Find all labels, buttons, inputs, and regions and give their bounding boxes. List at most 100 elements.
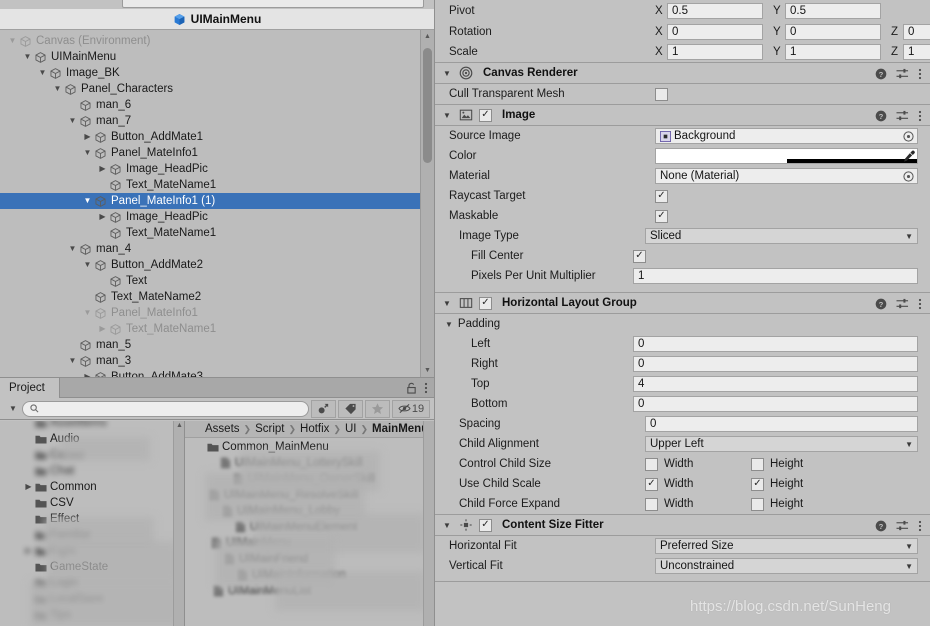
chevron-down-icon[interactable]: ▼ [81, 309, 94, 317]
hierarchy-item[interactable]: ▶ Image_HeadPic [0, 209, 420, 225]
canvas-renderer-header[interactable]: ▼ Canvas Renderer ? [435, 62, 930, 84]
child-force-expand-height[interactable]: ✓ Height [751, 497, 851, 511]
material-object-field[interactable]: None (Material) [655, 168, 918, 184]
rotation-z-input[interactable]: 0 [903, 24, 930, 40]
hierarchy-item[interactable]: ▼ Panel_Characters [0, 81, 420, 97]
object-picker-icon[interactable] [903, 130, 914, 142]
image-enabled-checkbox[interactable]: ✓ [479, 108, 492, 122]
preset-icon[interactable] [896, 298, 909, 310]
hierarchy-item[interactable]: Text_MateName2 [0, 289, 420, 305]
control-child-size-width-checkbox[interactable]: ✓ [645, 457, 658, 471]
hierarchy-item[interactable]: ▼ Canvas (Environment) [0, 33, 420, 49]
hierarchy-panel[interactable]: ▼ Canvas (Environment) ▼ UIMainMenu ▼ Image_B… [0, 30, 434, 378]
hierarchy-item[interactable]: ▼ Image_BK [0, 65, 420, 81]
content-size-fitter-header[interactable]: ▼ ✓ Content Size Fitter ? [435, 514, 930, 536]
horizontal-fit-dropdown[interactable]: Preferred Size ▼ [655, 538, 918, 554]
hierarchy-item[interactable]: Text [0, 273, 420, 289]
child-force-expand-height-checkbox[interactable]: ✓ [751, 497, 764, 511]
content-browser-scrollbar[interactable] [423, 421, 434, 626]
kebab-menu-icon[interactable] [918, 298, 922, 310]
breadcrumb-segment[interactable]: UI [345, 423, 357, 435]
project-view-dropdown-icon[interactable]: ▼ [4, 404, 22, 413]
chevron-down-icon[interactable]: ▼ [51, 85, 64, 93]
padding-foldout[interactable]: ▼ Padding [435, 314, 930, 334]
breadcrumb-segment[interactable]: Hotfix [300, 423, 329, 435]
filter-by-label-button[interactable] [338, 399, 363, 418]
kebab-menu-icon[interactable] [424, 382, 428, 394]
pivot-y-input[interactable]: 0.5 [785, 3, 881, 19]
hidden-items-count-button[interactable]: 19 [392, 399, 430, 418]
help-icon[interactable]: ? [875, 520, 887, 532]
hierarchy-scrollbar[interactable]: ▲ ▼ [420, 30, 434, 377]
preset-icon[interactable] [896, 520, 909, 532]
child-alignment-dropdown[interactable]: Upper Left ▼ [645, 436, 918, 452]
content-size-fitter-enabled-checkbox[interactable]: ✓ [479, 518, 492, 532]
hierarchy-item[interactable]: Text_MateName1 [0, 177, 420, 193]
use-child-scale-height-checkbox[interactable]: ✓ [751, 477, 764, 491]
chevron-down-icon[interactable]: ▼ [36, 69, 49, 77]
help-icon[interactable]: ? [875, 298, 887, 310]
pixels-per-unit-multiplier-input[interactable]: 1 [633, 268, 918, 284]
chevron-down-icon[interactable]: ▼ [81, 261, 94, 269]
control-child-size-height-checkbox[interactable]: ✓ [751, 457, 764, 471]
scrollbar-thumb[interactable] [423, 48, 432, 163]
preset-icon[interactable] [896, 68, 909, 80]
padding-left-input[interactable]: 0 [633, 336, 918, 352]
help-icon[interactable]: ? [875, 68, 887, 80]
hierarchy-item[interactable]: ▼ Panel_MateInfo1 [0, 305, 420, 321]
use-child-scale-width-checkbox[interactable]: ✓ [645, 477, 658, 491]
chevron-right-icon[interactable]: ▶ [22, 479, 35, 495]
project-search-input[interactable] [22, 400, 309, 417]
preset-icon[interactable] [896, 110, 909, 122]
hierarchy-item[interactable]: ▼ man_4 [0, 241, 420, 257]
hierarchy-item[interactable]: ▼ UIMainMenu [0, 49, 420, 65]
kebab-menu-icon[interactable] [918, 68, 922, 80]
use-child-scale-width[interactable]: ✓ Width [645, 477, 745, 491]
hierarchy-item[interactable]: ▼ Panel_MateInfo1 [0, 145, 420, 161]
hierarchy-item[interactable]: ▶ Text_MateName1 [0, 321, 420, 337]
chevron-right-icon[interactable]: ▶ [22, 543, 35, 559]
chevron-down-icon[interactable]: ▼ [66, 245, 79, 253]
color-swatch-field[interactable] [655, 148, 918, 164]
rotation-x-input[interactable]: 0 [667, 24, 763, 40]
cull-transparent-mesh-checkbox[interactable]: ✓ [655, 87, 668, 101]
padding-top-input[interactable]: 4 [633, 376, 918, 392]
hierarchy-item[interactable]: ▶ Button_AddMate1 [0, 129, 420, 145]
project-folder-item[interactable]: ▶ Common [0, 479, 174, 495]
folder-scroll-up-arrow[interactable]: ▲ [175, 422, 184, 429]
scale-x-input[interactable]: 1 [667, 44, 763, 60]
raycast-target-checkbox[interactable]: ✓ [655, 189, 668, 203]
tab-project[interactable]: Project [0, 378, 60, 398]
filter-by-type-button[interactable] [311, 399, 336, 418]
maskable-checkbox[interactable]: ✓ [655, 209, 668, 223]
fill-center-checkbox[interactable]: ✓ [633, 249, 646, 263]
breadcrumb[interactable]: Assets ❯ Script ❯ Hotfix ❯ UI ❯ MainMenu [185, 421, 434, 438]
hierarchy-item[interactable]: Text_MateName1 [0, 225, 420, 241]
object-picker-icon[interactable] [903, 170, 914, 182]
project-folder-item[interactable]: AssetItems [0, 421, 174, 431]
chevron-down-icon[interactable]: ▼ [443, 69, 453, 78]
chevron-right-icon[interactable]: ▶ [81, 133, 94, 141]
padding-right-input[interactable]: 0 [633, 356, 918, 372]
control-child-size-height[interactable]: ✓ Height [751, 457, 851, 471]
chevron-down-icon[interactable]: ▼ [445, 320, 453, 329]
child-force-expand-width-checkbox[interactable]: ✓ [645, 497, 658, 511]
pivot-x-input[interactable]: 0.5 [667, 3, 763, 19]
favorites-star-button[interactable] [365, 399, 390, 418]
hierarchy-item[interactable]: man_5 [0, 337, 420, 353]
chevron-down-icon[interactable]: ▼ [443, 111, 453, 120]
eyedropper-icon[interactable] [903, 150, 915, 163]
project-folder-tree[interactable]: AssetItemsAudioCareerChat▶CommonCSVEffec… [0, 421, 185, 626]
chevron-down-icon[interactable]: ▼ [443, 521, 453, 530]
lock-icon[interactable] [406, 382, 417, 394]
chevron-right-icon[interactable]: ▶ [96, 325, 109, 333]
chevron-right-icon[interactable]: ▶ [96, 165, 109, 173]
folder-tree-scrollbar[interactable]: ▲ [173, 421, 184, 626]
rotation-y-input[interactable]: 0 [785, 24, 881, 40]
kebab-menu-icon[interactable] [918, 520, 922, 532]
hierarchy-item-selected[interactable]: ▼ Panel_MateInfo1 (1) [0, 193, 420, 209]
scroll-up-arrow[interactable]: ▲ [421, 30, 434, 43]
chevron-down-icon[interactable]: ▼ [6, 37, 19, 45]
scroll-down-arrow[interactable]: ▼ [421, 364, 434, 377]
horizontal-layout-group-enabled-checkbox[interactable]: ✓ [479, 296, 492, 310]
